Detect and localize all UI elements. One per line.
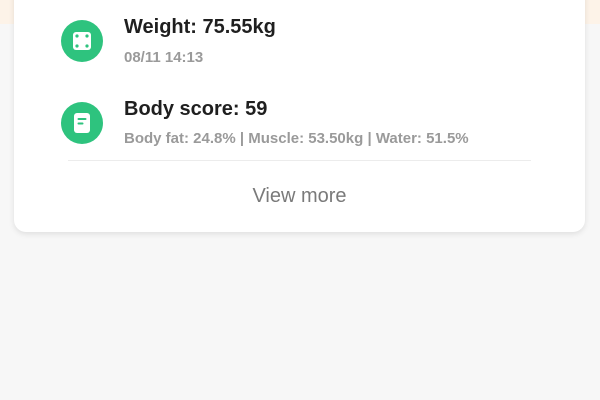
document-icon (61, 102, 103, 144)
body-score-record[interactable]: Body score: 59 Body fat: 24.8% | Muscle:… (14, 80, 585, 160)
body-composition-details: Body fat: 24.8% | Muscle: 53.50kg | Wate… (124, 130, 469, 147)
view-more-button[interactable]: View more (14, 185, 585, 208)
health-summary-card: Weight: 75.55kg 08/11 14:13 Body score: … (14, 0, 585, 232)
body-score-title: Body score: 59 (124, 98, 268, 120)
weight-timestamp: 08/11 14:13 (124, 49, 204, 66)
weight-title: Weight: 75.55kg (124, 16, 276, 38)
scale-icon (61, 20, 103, 62)
divider (68, 160, 531, 161)
weight-record[interactable]: Weight: 75.55kg 08/11 14:13 (14, 0, 585, 80)
